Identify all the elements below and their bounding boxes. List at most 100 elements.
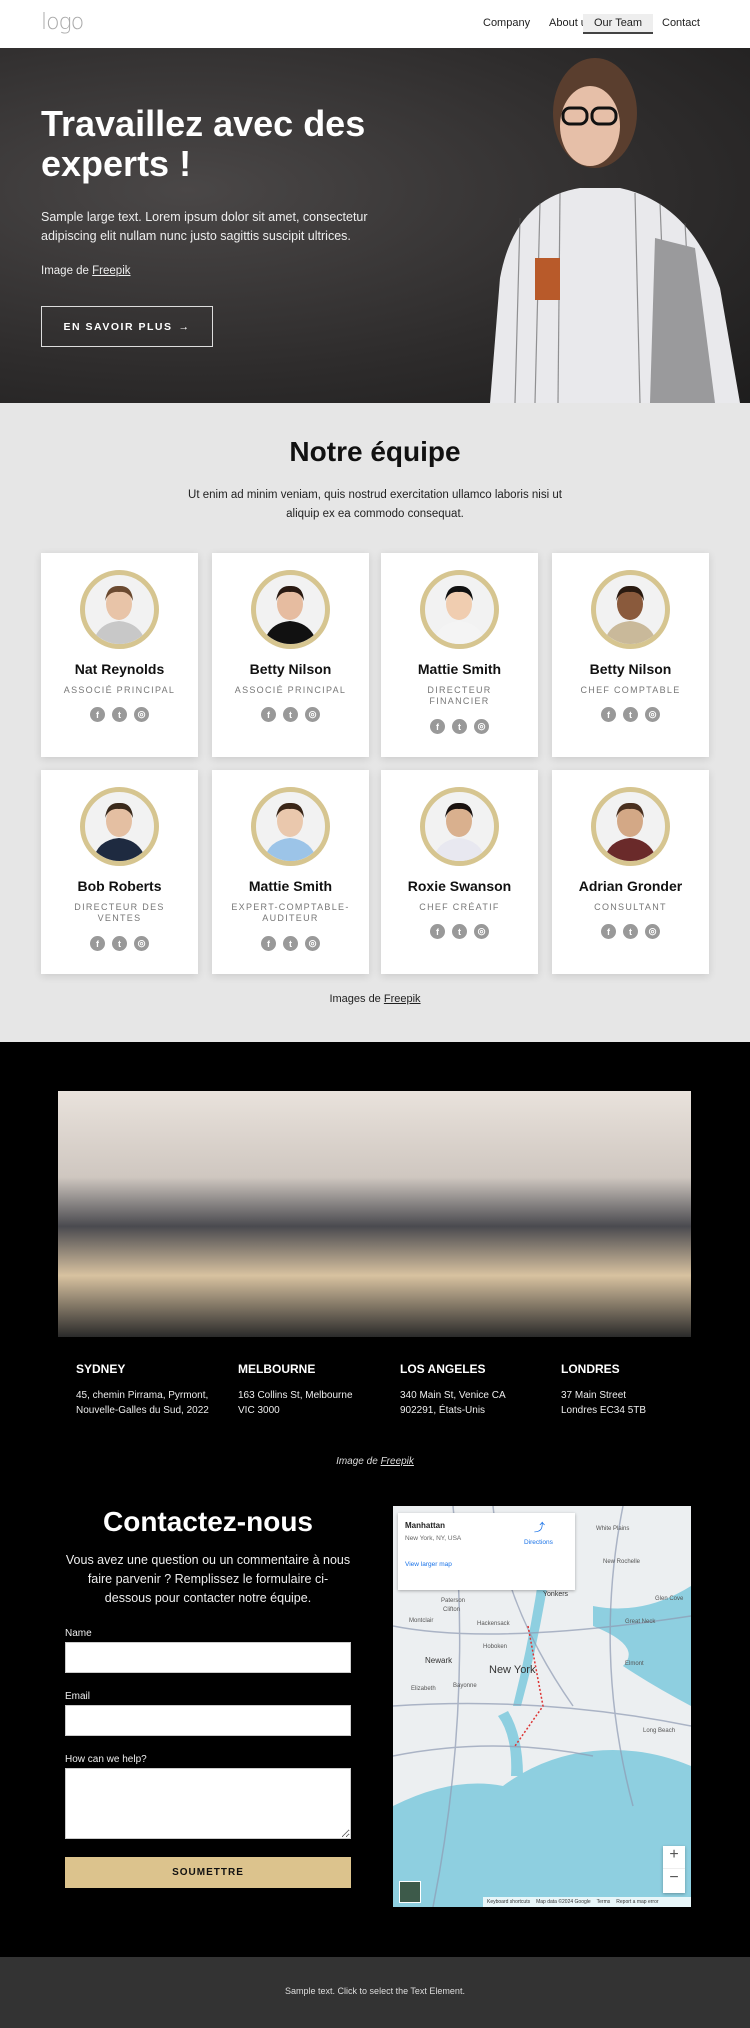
member-role: ASSOCIÉ PRINCIPAL — [234, 685, 347, 695]
instagram-icon[interactable]: ◎ — [645, 924, 660, 939]
nav-our-team[interactable]: Our Team — [583, 14, 654, 34]
social-links: f t ◎ — [41, 936, 198, 951]
avatar — [591, 570, 670, 649]
satellite-toggle[interactable] — [399, 1881, 421, 1903]
footer-text[interactable]: Sample text. Click to select the Text El… — [0, 1986, 750, 1996]
member-role: DIRECTEUR FINANCIER — [427, 685, 492, 706]
freepik-link[interactable]: Freepik — [381, 1456, 414, 1467]
facebook-icon[interactable]: f — [90, 707, 105, 722]
keyboard-shortcuts-link[interactable]: Keyboard shortcuts — [487, 1899, 530, 1905]
twitter-icon[interactable]: t — [283, 936, 298, 951]
instagram-icon[interactable]: ◎ — [645, 707, 660, 722]
map-info-card: Manhattan New York, NY, USA View larger … — [398, 1513, 575, 1590]
nav-contact[interactable]: Contact — [651, 14, 711, 34]
learn-more-button[interactable]: EN SAVOIR PLUS → — [41, 306, 213, 347]
freepik-link[interactable]: Freepik — [92, 265, 130, 277]
facebook-icon[interactable]: f — [261, 707, 276, 722]
facebook-icon[interactable]: f — [90, 936, 105, 951]
help-textarea[interactable] — [65, 1768, 351, 1839]
submit-button[interactable]: SOUMETTRE — [65, 1857, 351, 1888]
hero-credit: Image de Freepik — [41, 265, 131, 277]
member-name: Adrian Gronder — [578, 878, 683, 894]
member-name: Nat Reynolds — [74, 661, 165, 677]
arrow-right-icon: → — [178, 320, 191, 333]
email-input[interactable] — [65, 1705, 351, 1736]
directions-link[interactable]: Directions — [524, 1539, 553, 1546]
member-role: EXPERT-COMPTABLE-AUDITEUR — [231, 902, 350, 923]
member-name: Roxie Swanson — [407, 878, 512, 894]
hero-section: Travaillez avec des experts ! Sample lar… — [0, 48, 750, 403]
facebook-icon[interactable]: f — [601, 924, 616, 939]
facebook-icon[interactable]: f — [601, 707, 616, 722]
zoom-out-button[interactable]: − — [663, 1869, 685, 1892]
help-label: How can we help? — [65, 1754, 147, 1765]
social-links: f t ◎ — [552, 924, 709, 939]
city-name: LONDRES — [561, 1362, 620, 1376]
member-role: CONSULTANT — [594, 902, 667, 912]
facebook-icon[interactable]: f — [430, 924, 445, 939]
map-label: Long Beach — [643, 1728, 676, 1734]
map-label: Yonkers — [543, 1591, 569, 1598]
zoom-in-button[interactable]: + — [663, 1846, 685, 1869]
terms-link[interactable]: Terms — [597, 1899, 611, 1905]
office-team-image — [58, 1091, 691, 1337]
avatar — [251, 787, 330, 866]
facebook-icon[interactable]: f — [430, 719, 445, 734]
report-error-link[interactable]: Report a map error — [616, 1899, 658, 1905]
map-label: Clifton — [443, 1607, 461, 1613]
member-name: Betty Nilson — [589, 661, 672, 677]
instagram-icon[interactable]: ◎ — [474, 924, 489, 939]
city-name: SYDNEY — [76, 1362, 126, 1376]
team-section: Notre équipe Ut enim ad minim veniam, qu… — [0, 403, 750, 1042]
name-input[interactable] — [65, 1642, 351, 1673]
twitter-icon[interactable]: t — [112, 936, 127, 951]
nav-company[interactable]: Company — [472, 14, 541, 34]
member-role: ASSOCIÉ PRINCIPAL — [63, 685, 176, 695]
team-member-card: Adrian Gronder CONSULTANT f t ◎ — [552, 770, 709, 974]
social-links: f t ◎ — [381, 924, 538, 939]
directions-icon[interactable]: ⤴ — [534, 1519, 545, 1535]
instagram-icon[interactable]: ◎ — [305, 936, 320, 951]
twitter-icon[interactable]: t — [452, 719, 467, 734]
map-embed[interactable]: New York Yonkers Paterson Hackensack New… — [393, 1506, 691, 1907]
credit-prefix: Image de — [41, 265, 89, 277]
twitter-icon[interactable]: t — [112, 707, 127, 722]
twitter-icon[interactable]: t — [283, 707, 298, 722]
member-role: CHEF COMPTABLE — [580, 685, 681, 695]
avatar — [420, 570, 499, 649]
section-text: Ut enim ad minim veniam, quis nostrud ex… — [188, 489, 562, 520]
twitter-icon[interactable]: t — [623, 707, 638, 722]
avatar — [251, 570, 330, 649]
logo[interactable]: logo — [41, 10, 84, 35]
office-london: LONDRES 37 Main Street Londres EC34 5TB — [561, 1362, 711, 1418]
instagram-icon[interactable]: ◎ — [305, 707, 320, 722]
instagram-icon[interactable]: ◎ — [134, 936, 149, 951]
social-links: f t ◎ — [381, 719, 538, 734]
member-role: CHEF CRÉATIF — [419, 902, 500, 912]
map-zoom-controls: + − — [663, 1846, 685, 1893]
contact-text: Vous avez une question ou un commentaire… — [65, 1553, 351, 1605]
avatar — [591, 787, 670, 866]
map-label: White Plains — [596, 1526, 630, 1532]
team-member-card: Mattie Smith DIRECTEUR FINANCIER f t ◎ — [381, 553, 538, 757]
member-name: Mattie Smith — [417, 661, 502, 677]
avatar — [80, 787, 159, 866]
view-larger-map-link[interactable]: View larger map — [405, 1561, 452, 1568]
instagram-icon[interactable]: ◎ — [474, 719, 489, 734]
team-credit: Images de Freepik — [0, 993, 750, 1005]
facebook-icon[interactable]: f — [261, 936, 276, 951]
top-navigation: logo Company About us Our Team Contact — [0, 0, 750, 48]
map-attribution: Keyboard shortcuts Map data ©2024 Google… — [483, 1897, 691, 1907]
twitter-icon[interactable]: t — [452, 924, 467, 939]
freepik-link[interactable]: Freepik — [384, 993, 421, 1005]
office-melbourne: MELBOURNE 163 Collins St, Melbourne VIC 3… — [238, 1362, 388, 1418]
twitter-icon[interactable]: t — [623, 924, 638, 939]
city-address: 163 Collins St, Melbourne VIC 3000 — [238, 1390, 353, 1416]
instagram-icon[interactable]: ◎ — [134, 707, 149, 722]
map-data-text: Map data ©2024 Google — [536, 1899, 591, 1905]
city-address: 340 Main St, Venice CA 902291, États-Uni… — [400, 1390, 506, 1416]
avatar — [80, 570, 159, 649]
map-label-new-york: New York — [489, 1664, 536, 1676]
hero-woman-image — [490, 58, 740, 403]
map-label: Hackensack — [477, 1621, 510, 1627]
